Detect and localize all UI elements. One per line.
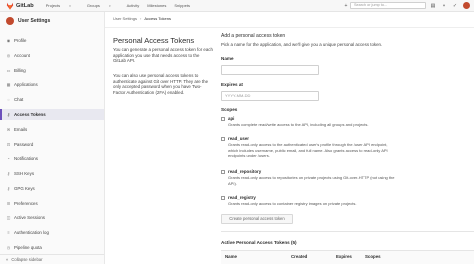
todo-icon[interactable]: ✓: [451, 2, 459, 9]
navbar-right: + Search or jump to... ▤ ⑂ ✓: [339, 2, 470, 9]
menu-projects[interactable]: Projects ▾: [46, 3, 79, 8]
issues-icon[interactable]: ▤: [429, 2, 437, 9]
sidebar-item-emails[interactable]: ✉ Emails: [0, 124, 104, 135]
chat-icon: ◌: [7, 97, 10, 102]
sidebar-item-password[interactable]: ⊡ Password: [0, 139, 104, 150]
applications-icon: ▦: [6, 82, 11, 87]
column-header-scopes: Scopes: [365, 254, 381, 259]
sidebar-item-profile[interactable]: ◉ Profile: [0, 35, 104, 46]
breadcrumb: User Settings › Access Tokens: [113, 16, 171, 21]
sessions-icon: ◫: [6, 215, 11, 220]
sidebar-item-authentication-log[interactable]: ≡ Authentication log: [0, 227, 104, 238]
scope-name: read_repository: [228, 169, 262, 174]
sidebar-header[interactable]: User Settings: [0, 12, 104, 30]
scope-name: read_user: [228, 136, 249, 141]
sidebar-item-gpg-keys[interactable]: ⚷ GPG Keys: [0, 183, 104, 194]
profile-icon: ◉: [6, 38, 11, 43]
divider: [221, 231, 474, 232]
breadcrumb-separator-icon: ›: [140, 16, 142, 21]
divider: [105, 27, 474, 28]
collapse-sidebar-button[interactable]: «Collapse sidebar: [0, 254, 104, 264]
sidebar-item-chat[interactable]: ◌ Chat: [0, 94, 104, 105]
gitlab-logo[interactable]: GitLab: [6, 2, 34, 10]
sidebar-item-pipeline-quota[interactable]: ◷ Pipeline quota: [0, 242, 104, 253]
chevron-down-icon: ▾: [69, 4, 71, 8]
expires-input[interactable]: YYYY-MM-DD: [221, 91, 319, 101]
tokens-table-header: Name Created Expires Scopes: [221, 250, 474, 264]
active-tokens-title: Active Personal Access Tokens (5): [221, 240, 297, 245]
expires-label: Expires at: [221, 82, 243, 87]
sidebar-item-notifications[interactable]: ◔ Notifications: [0, 153, 104, 164]
scope-description: Grants read-only access to container reg…: [228, 201, 357, 206]
form-subtitle: Pick a name for the application, and we'…: [221, 42, 383, 47]
menu-milestones[interactable]: Milestones: [147, 3, 166, 8]
scope-description: Grants read-only access to the authentic…: [228, 142, 388, 159]
scope-name: api: [228, 116, 235, 121]
create-token-button[interactable]: Create personal access token: [221, 214, 293, 224]
lock-icon: ⊡: [6, 142, 11, 147]
mail-icon: ✉: [6, 127, 11, 132]
sidebar-item-preferences[interactable]: ☰ Preferences: [0, 198, 104, 209]
scope-read-user-checkbox[interactable]: [221, 137, 225, 141]
key-icon: ⚷: [7, 112, 10, 117]
sidebar-item-account[interactable]: ◎ Account: [0, 50, 104, 61]
main-menu: Projects ▾ Groups ▾ Activity Milestones …: [46, 3, 198, 8]
menu-snippets[interactable]: Snippets: [174, 3, 190, 8]
menu-activity[interactable]: Activity: [127, 3, 140, 8]
scope-read-registry-checkbox[interactable]: [221, 196, 225, 200]
scopes-label: Scopes: [221, 107, 238, 112]
log-icon: ≡: [7, 230, 10, 235]
scope-read-repository-checkbox[interactable]: [221, 170, 225, 174]
sidebar-item-access-tokens[interactable]: ⚷ Access Tokens: [0, 109, 104, 120]
avatar: [6, 17, 14, 25]
account-icon: ◎: [6, 53, 11, 58]
chevron-down-icon: ▾: [109, 4, 111, 8]
search-input[interactable]: Search or jump to...: [350, 2, 426, 9]
top-navbar: GitLab Projects ▾ Groups ▾ Activity Mile…: [0, 0, 474, 12]
key-icon: ⚷: [7, 171, 10, 176]
user-avatar[interactable]: [463, 2, 470, 9]
menu-groups[interactable]: Groups ▾: [87, 3, 119, 8]
scope-name: read_registry: [228, 195, 256, 200]
sidebar-title: User Settings: [18, 18, 51, 24]
merge-request-icon[interactable]: ⑂: [440, 2, 448, 9]
brand-name: GitLab: [16, 2, 34, 9]
pipeline-icon: ◷: [6, 245, 11, 250]
sidebar-item-applications[interactable]: ▦ Applications: [0, 79, 104, 90]
breadcrumb-parent[interactable]: User Settings: [113, 16, 137, 21]
settings-sidebar: User Settings ◉ Profile ◎ Account ▭ Billing…: [0, 12, 105, 264]
scope-api-checkbox[interactable]: [221, 117, 225, 121]
sidebar-item-ssh-keys[interactable]: ⚷ SSH Keys: [0, 168, 104, 179]
sidebar-item-billing[interactable]: ▭ Billing: [0, 65, 104, 76]
collapse-icon: «: [6, 257, 9, 262]
column-header-created: Created: [291, 254, 308, 259]
key-icon: ⚷: [7, 186, 10, 191]
name-label: Name: [221, 56, 234, 61]
name-input[interactable]: [221, 65, 319, 75]
form-title: Add a personal access token: [221, 33, 286, 39]
intro-paragraph-2: You can also use personal access tokens …: [113, 73, 209, 96]
billing-icon: ▭: [6, 68, 11, 73]
preferences-icon: ☰: [6, 201, 11, 206]
sidebar-item-active-sessions[interactable]: ◫ Active Sessions: [0, 212, 104, 223]
column-header-expires: Expires: [336, 254, 352, 259]
breadcrumb-current[interactable]: Access Tokens: [144, 16, 171, 21]
gitlab-icon: [6, 2, 14, 10]
scope-description: Grants read-only access to repositories …: [228, 175, 395, 186]
scope-description: Grants complete read/write access to the…: [228, 122, 369, 127]
page-title: Personal Access Tokens: [113, 36, 195, 45]
plus-icon[interactable]: +: [342, 2, 350, 9]
column-header-name: Name: [225, 254, 237, 259]
bell-icon: ◔: [7, 156, 10, 161]
intro-paragraph-1: You can generate a personal access token…: [113, 47, 213, 64]
